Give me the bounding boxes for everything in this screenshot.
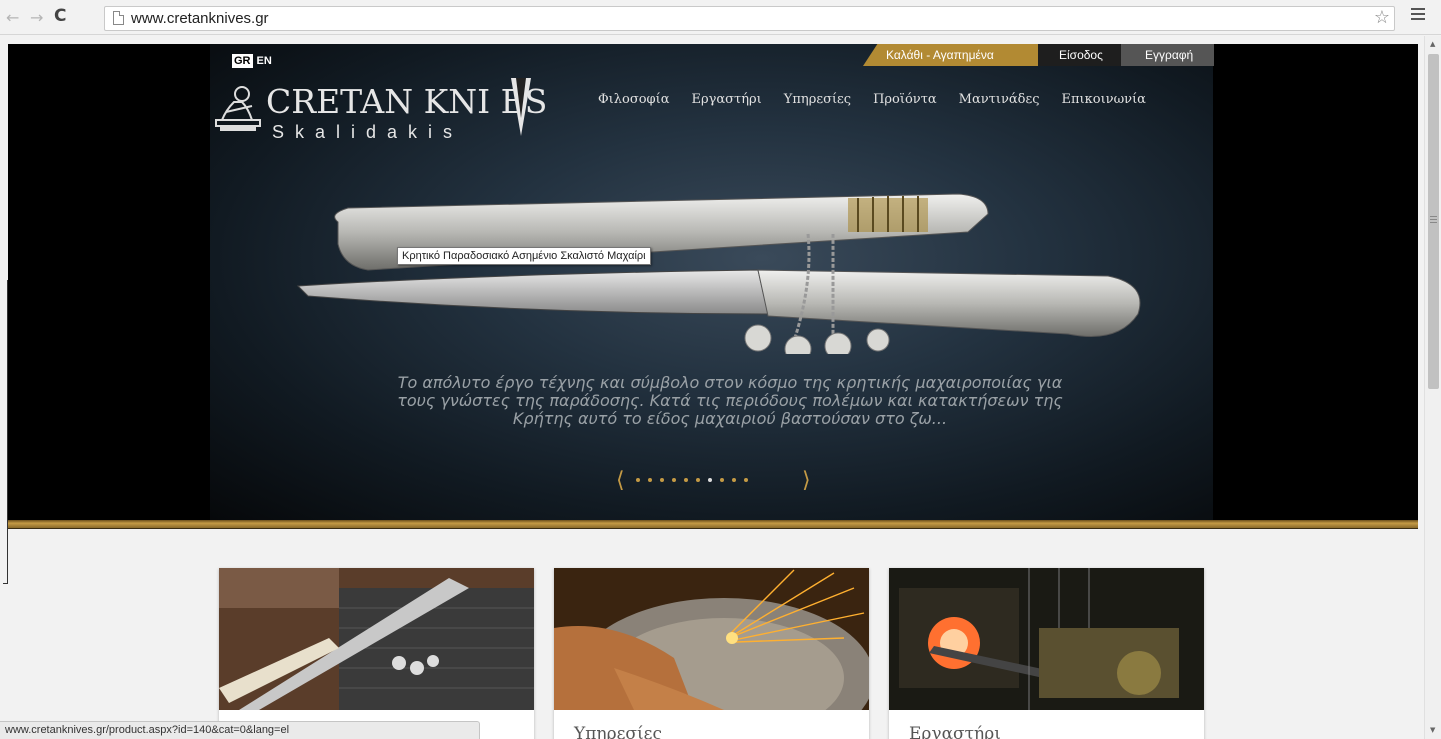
next-slide-arrow-icon[interactable]: ⟩	[802, 468, 811, 493]
slider-dot[interactable]	[684, 478, 688, 482]
login-link[interactable]: Είσοδος	[1059, 48, 1103, 62]
slider-dot[interactable]	[648, 478, 652, 482]
nav-mantinades[interactable]: Μαντινάδες	[959, 92, 1040, 107]
browser-toolbar: ← → C www.cretanknives.gr ☆	[0, 0, 1441, 35]
card-services[interactable]: Υπηρεσίες	[554, 568, 869, 739]
slider-dot[interactable]	[708, 478, 712, 482]
nav-workshop[interactable]: Εργαστήρι	[692, 92, 762, 107]
card-products[interactable]	[219, 568, 534, 739]
page-viewport: GR EN Καλάθι - Αγαπημένα Είσοδος Εγγραφή …	[0, 36, 1424, 739]
card-image-forge	[889, 568, 1204, 710]
lang-gr-button[interactable]: GR	[232, 54, 253, 68]
language-switch: GR EN	[232, 54, 272, 68]
nav-services[interactable]: Υπηρεσίες	[784, 92, 851, 107]
bookmark-star-icon[interactable]: ☆	[1374, 7, 1390, 28]
lang-en-button[interactable]: EN	[257, 55, 272, 67]
logo-title: CRETAN KNI ES	[266, 82, 548, 121]
site-logo[interactable]: CRETAN KNI ES Skalidakis	[210, 74, 590, 154]
browser-menu-icon[interactable]	[1411, 8, 1425, 23]
blade-logo-icon	[511, 78, 531, 136]
back-arrow-icon[interactable]: ←	[6, 8, 19, 27]
slider-controls: ⟨ ⟩	[616, 468, 816, 493]
status-url: www.cretanknives.gr/product.aspx?id=140&…	[5, 724, 290, 736]
url-text[interactable]: www.cretanknives.gr	[131, 10, 269, 27]
card-title[interactable]: Υπηρεσίες	[574, 724, 662, 739]
slider-dot[interactable]	[636, 478, 640, 482]
address-bar[interactable]: www.cretanknives.gr ☆	[104, 6, 1395, 31]
reload-icon[interactable]: C	[54, 6, 66, 26]
slide-caption: Το απόλυτο έργο τέχνης και σύμβολο στον …	[397, 373, 1063, 428]
register-link[interactable]: Εγγραφή	[1145, 48, 1193, 62]
vertical-scrollbar[interactable]: ▲ ▼	[1424, 36, 1441, 739]
card-workshop[interactable]: Εργαστήρι	[889, 568, 1204, 739]
scroll-up-arrow-icon[interactable]: ▲	[1430, 40, 1435, 48]
prev-slide-arrow-icon[interactable]: ⟨	[616, 468, 625, 493]
status-bar: www.cretanknives.gr/product.aspx?id=140&…	[0, 721, 480, 739]
slider-dot[interactable]	[732, 478, 736, 482]
nav-products[interactable]: Προϊόντα	[873, 92, 937, 107]
scroll-down-arrow-icon[interactable]: ▼	[1430, 726, 1435, 734]
nav-philosophy[interactable]: Φιλοσοφία	[598, 92, 670, 107]
forward-arrow-icon[interactable]: →	[30, 8, 43, 27]
logo-subtitle: Skalidakis	[272, 122, 464, 142]
slider-dots	[636, 478, 748, 482]
nav-contact[interactable]: Επικοινωνία	[1061, 92, 1145, 107]
card-title[interactable]: Εργαστήρι	[909, 724, 1001, 739]
gold-divider	[8, 520, 1418, 528]
top-links: Καλάθι - Αγαπημένα Είσοδος Εγγραφή	[863, 44, 1214, 66]
main-navigation: Φιλοσοφία Εργαστήρι Υπηρεσίες Προϊόντα Μ…	[598, 92, 1146, 107]
slider-dot[interactable]	[720, 478, 724, 482]
slider-dot[interactable]	[660, 478, 664, 482]
slider-dot[interactable]	[672, 478, 676, 482]
image-tooltip: Κρητικό Παραδοσιακό Ασημένιο Σκαλιστό Μα…	[397, 247, 651, 265]
slider-dot[interactable]	[744, 478, 748, 482]
hero-slider: GR EN Καλάθι - Αγαπημένα Είσοδος Εγγραφή …	[8, 44, 1418, 520]
slider-dot[interactable]	[696, 478, 700, 482]
page-icon	[113, 11, 124, 25]
card-image-knives	[219, 568, 534, 710]
cart-favorites-link[interactable]: Καλάθι - Αγαπημένα	[886, 48, 994, 62]
scrollbar-thumb[interactable]	[1428, 54, 1439, 389]
card-image-grinding	[554, 568, 869, 710]
knifemaker-emblem-icon	[215, 86, 261, 131]
